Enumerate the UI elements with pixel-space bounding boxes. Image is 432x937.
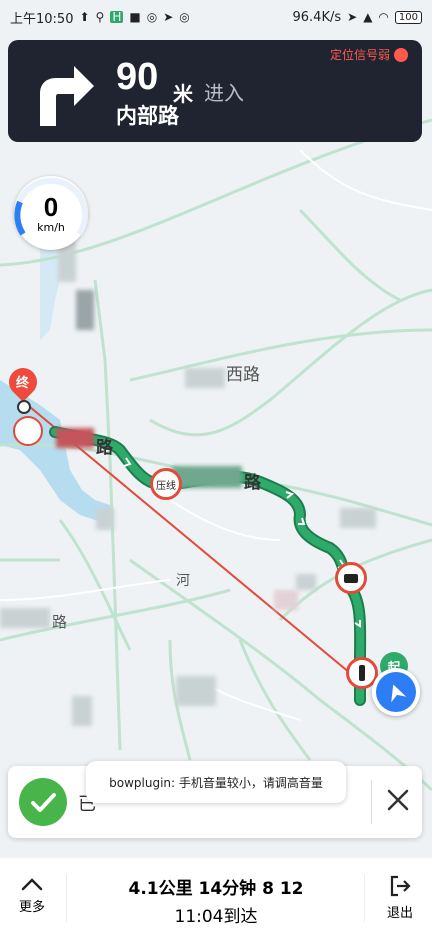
volume-tooltip-text: bowplugin: 手机音量较小，请调高音量: [109, 775, 323, 790]
blurred-label: [96, 508, 114, 530]
signal-icon: ▲: [363, 10, 373, 24]
gps-weak-icon: [394, 47, 408, 62]
close-icon[interactable]: [384, 786, 412, 814]
blurred-label: [340, 508, 376, 528]
eta: 11:04到达: [174, 907, 258, 927]
river-label: 河: [176, 573, 190, 589]
exit-icon: [390, 875, 411, 897]
app-icon-2: ◎: [179, 10, 190, 24]
gps-warning-label: 定位信号弱: [329, 48, 390, 62]
blurred-label: [172, 466, 242, 488]
volume-tooltip: bowplugin: 手机音量较小，请调高音量: [86, 761, 346, 803]
send-icon: ➤: [163, 10, 174, 24]
bottom-bar: 更多 4.1公里 14分钟 8 12 11:04到达 退出: [0, 858, 432, 937]
turn-instruction-panel: 90 米 进入 内部路 定位信号弱: [8, 40, 422, 142]
press-line-label: 压线: [156, 480, 176, 492]
speedometer: 0 km/h: [14, 176, 88, 250]
turn-right-icon: [40, 66, 94, 126]
destination-marker-label: 终: [16, 376, 30, 391]
battery-indicator: 100: [394, 10, 422, 24]
exit-label: 退出: [386, 906, 413, 921]
press-line-camera-icon: 压线: [150, 468, 182, 500]
road-label-1: 路: [96, 438, 113, 458]
status-bar-right: 96.4K/s ➤ ▲ ◠ 100: [292, 9, 422, 25]
location-icon: ⚲: [95, 10, 105, 24]
blurred-label: [56, 428, 94, 448]
turn-action: 进入: [204, 81, 244, 105]
video-icon: ■: [129, 10, 141, 24]
blurred-label: [176, 676, 216, 706]
blurred-label: [185, 368, 225, 388]
road-label-3: 路: [52, 613, 68, 631]
divider: [364, 874, 365, 922]
status-bar-left: 上午10:50 ⬆ ⚲ H ■ ◎ ➤ ◎: [10, 8, 190, 27]
trip-summary: 4.1公里 14分钟 8 12: [128, 879, 304, 899]
gps-warning: 定位信号弱: [330, 46, 408, 63]
navigation-arrow-icon: ➤: [347, 10, 358, 24]
speed-ring: [14, 177, 88, 236]
network-speed: 96.4K/s: [292, 9, 342, 25]
exit-button[interactable]: 退出: [380, 874, 420, 921]
blurred-label: [72, 696, 92, 726]
destination-marker[interactable]: 终: [3, 362, 43, 414]
wifi-icon: ◠: [378, 10, 389, 24]
traffic-camera-icon: [335, 562, 367, 594]
turn-distance: 90: [116, 56, 159, 98]
navigation-arrow-icon: [391, 684, 407, 703]
blurred-label: [274, 590, 298, 610]
blurred-label: [296, 574, 316, 590]
no-pedestrian-sign-icon: [13, 416, 43, 446]
current-location-icon[interactable]: [372, 668, 420, 716]
road-label-west: 西路: [226, 365, 260, 385]
check-icon: [19, 778, 67, 826]
app-h-icon: H: [110, 10, 124, 24]
road-label-2: 路: [244, 473, 261, 493]
blurred-label: [76, 290, 94, 330]
upload-icon: ⬆: [79, 10, 90, 24]
toast-divider: [371, 780, 372, 824]
status-time: 上午10:50: [10, 11, 74, 27]
next-road-name: 内部路: [116, 104, 179, 128]
blurred-label: [0, 608, 50, 628]
app-icon: ◎: [146, 10, 158, 24]
status-bar: 上午10:50 ⬆ ⚲ H ■ ◎ ➤ ◎ 96.4K/s ➤ ▲ ◠ 100: [0, 0, 432, 34]
